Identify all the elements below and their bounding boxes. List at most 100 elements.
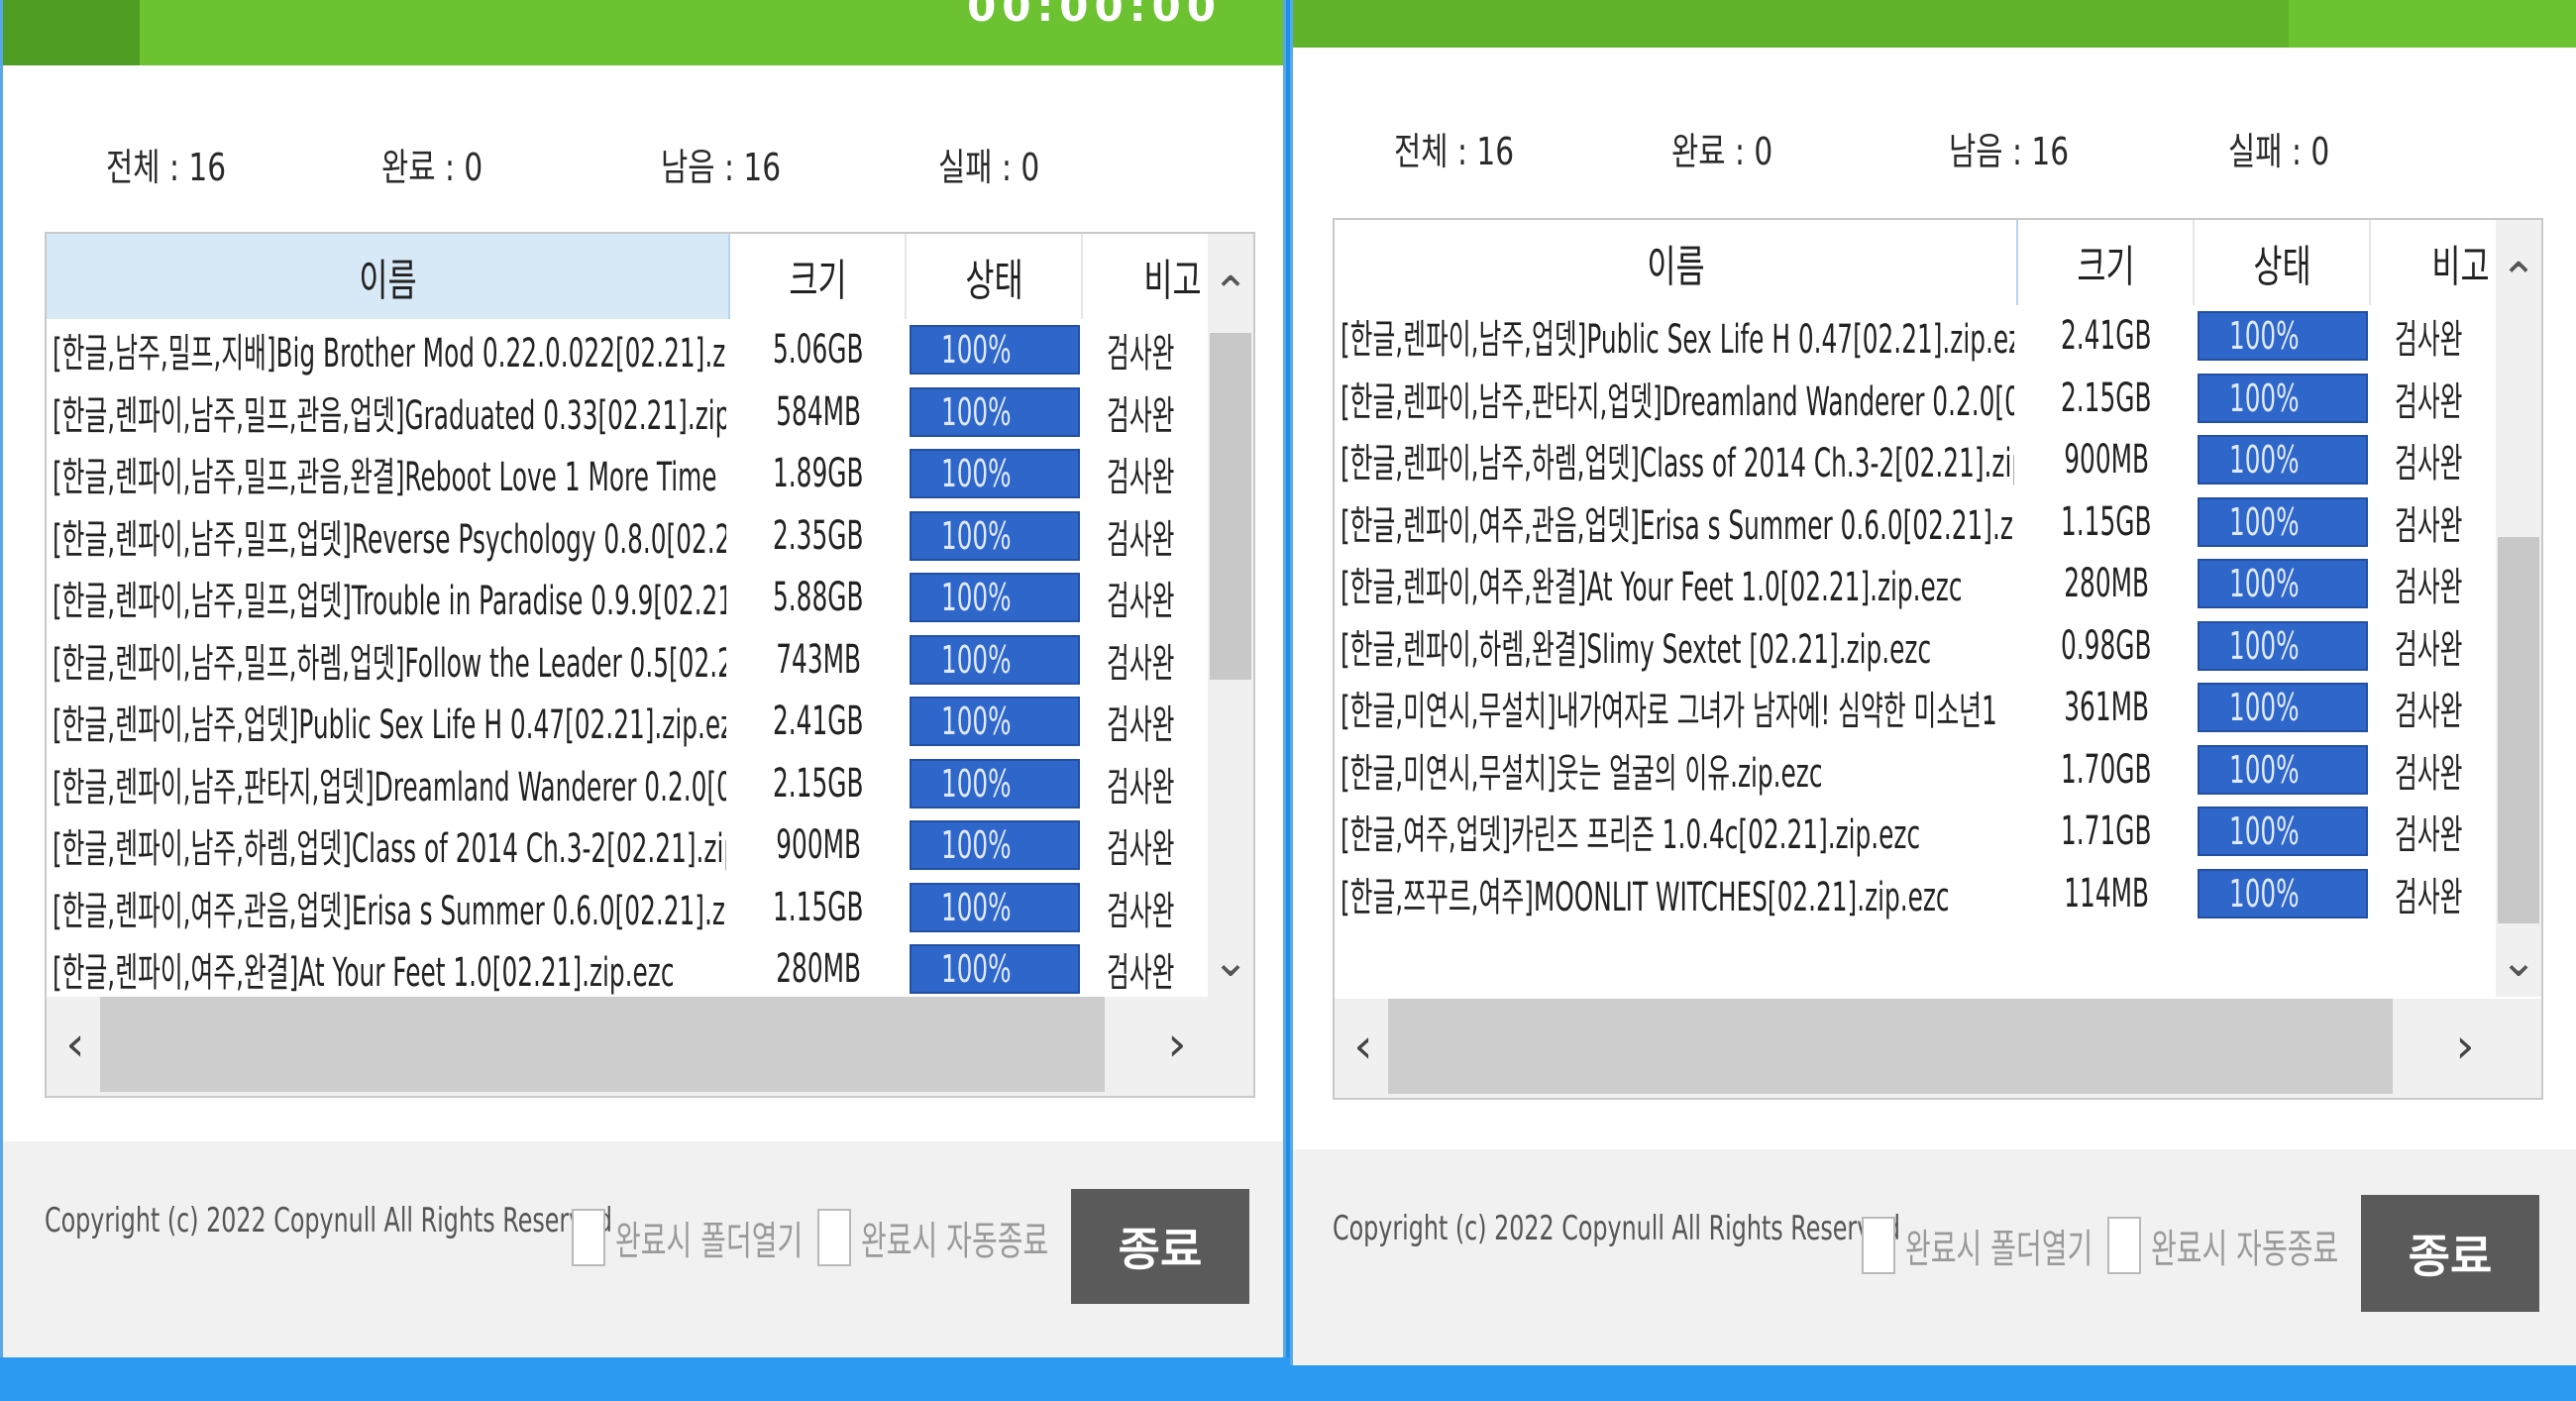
file-note: 검사완 <box>2395 565 2463 611</box>
chevron-left-icon[interactable]: ‹ <box>1339 1019 1388 1074</box>
file-note: 검사완 <box>1107 516 1175 563</box>
progress-bar: 100% <box>910 573 1080 623</box>
table-row[interactable]: [한글,렌파이,남주,하렘,업뎃]Class of 2014 Ch.3-2[02… <box>47 814 1206 877</box>
table-row[interactable]: [한글,렌파이,여주,완결]At Your Feet 1.0[02.21].zi… <box>47 938 1206 1001</box>
checkbox-box[interactable] <box>2107 1217 2141 1274</box>
column-header-size[interactable]: 크기 <box>2018 220 2195 305</box>
progress-bar: 100% <box>910 386 1080 437</box>
progress-bar: 100% <box>910 449 1080 499</box>
vertical-scrollbar[interactable]: ⌃ ⌄ <box>2496 220 2541 997</box>
file-name: [한글,남주,밀프,지배]Big Brother Mod 0.22.0.022[… <box>53 331 726 377</box>
vertical-scroll-thumb[interactable] <box>2498 537 2539 923</box>
table-row[interactable]: [한글,미연시,무설치]웃는 얼굴의 이유.zip.ezc 1.70GB 100% 검… <box>1335 739 2494 802</box>
file-name: [한글,렌파이,여주,완결]At Your Feet 1.0[02.21].zi… <box>53 950 675 997</box>
progress-bar: 100% <box>910 944 1080 995</box>
file-status: 100% <box>907 505 1083 568</box>
vertical-scroll-thumb[interactable] <box>1210 333 1251 680</box>
file-size: 1.89GB <box>773 451 864 497</box>
file-size: 114MB <box>2064 870 2149 916</box>
file-status: 100% <box>907 753 1083 815</box>
file-note: 검사완 <box>1107 826 1175 873</box>
horizontal-scrollbar[interactable]: ‹ › <box>1335 999 2541 1098</box>
stat-done: 완료 : 0 <box>1671 130 1773 173</box>
vertical-scrollbar[interactable]: ⌃ ⌄ <box>1208 234 1253 997</box>
stat-failed: 실패 : 0 <box>2228 130 2330 173</box>
file-note: 검사완 <box>1107 331 1175 377</box>
table-row[interactable]: [한글,렌파이,여주,관음,업뎃]Erisa s Summer 0.6.0[02… <box>1335 491 2494 554</box>
file-name: [한글,렌파이,여주,완결]At Your Feet 1.0[02.21].zi… <box>1341 565 1963 611</box>
chevron-right-icon[interactable]: › <box>1152 1017 1202 1072</box>
stat-remaining: 남음 : 16 <box>661 146 782 189</box>
chevron-left-icon[interactable]: ‹ <box>51 1017 100 1072</box>
file-size: 900MB <box>2064 437 2149 484</box>
file-name: [한글,렌파이,남주,판타지,업뎃]Dreamland Wanderer 0.2… <box>53 764 726 810</box>
progress-bar: 100% <box>2198 744 2368 795</box>
file-status: 100% <box>907 877 1083 939</box>
table-row[interactable]: [한글,미연시,무설치]내가여자로 그녀가 남자에! 심약한 미소년1 361MB… <box>1335 677 2494 739</box>
table-row[interactable]: [한글,렌파이,남주,밀프,하렘,업뎃]Follow the Leader 0.… <box>47 629 1206 692</box>
file-note: 검사완 <box>1107 640 1175 687</box>
file-list[interactable]: 이름 크기 상태 비고 [한글,남주,밀프,지배]Big Brother Mod… <box>45 232 1255 1098</box>
table-row[interactable]: [한글,렌파이,남주,판타지,업뎃]Dreamland Wanderer 0.2… <box>1335 368 2494 430</box>
file-size: 1.70GB <box>2061 746 2152 793</box>
table-row[interactable]: [한글,렌파이,남주,밀프,업뎃]Reverse Psychology 0.8.… <box>47 505 1206 568</box>
table-row[interactable]: [한글,여주,업뎃]카린즈 프리즌 1.0.4c[02.21].zip.ezc 1… <box>1335 801 2494 863</box>
stat-remaining: 남음 : 16 <box>1949 130 2070 173</box>
list-rows: [한글,렌파이,남주,업뎃]Public Sex Life H 0.47[02.… <box>1335 305 2494 924</box>
file-name: [한글,렌파이,남주,밀프,업뎃]Trouble in Paradise 0.9… <box>53 579 726 625</box>
horizontal-scrollbar[interactable]: ‹ › <box>47 997 1253 1096</box>
file-size: 5.88GB <box>773 575 864 621</box>
table-row[interactable]: [한글,렌파이,여주,관음,업뎃]Erisa s Summer 0.6.0[02… <box>47 877 1206 939</box>
file-list[interactable]: 이름 크기 상태 비고 [한글,렌파이,남주,업뎃]Public Sex Lif… <box>1333 218 2543 1100</box>
chevron-up-icon[interactable]: ⌃ <box>1208 268 1253 318</box>
checkbox-box[interactable] <box>572 1209 605 1266</box>
table-row[interactable]: [한글,렌파이,남주,판타지,업뎃]Dreamland Wanderer 0.2… <box>47 753 1206 815</box>
table-row[interactable]: [한글,렌파이,여주,완결]At Your Feet 1.0[02.21].zi… <box>1335 553 2494 615</box>
progress-bar: 100% <box>2198 496 2368 547</box>
file-status: 100% <box>907 381 1083 444</box>
file-name: [한글,렌파이,남주,업뎃]Public Sex Life H 0.47[02.… <box>1341 317 2014 364</box>
checkbox-box[interactable] <box>1862 1217 1895 1274</box>
auto-exit-label: 완료시 자동종료 <box>2151 1227 2339 1272</box>
column-header-status[interactable]: 상태 <box>2195 220 2371 305</box>
column-header-size[interactable]: 크기 <box>730 234 907 319</box>
overall-progress-bar <box>1293 0 2576 48</box>
file-status: 100% <box>907 691 1083 753</box>
horizontal-scroll-thumb[interactable] <box>1388 999 2393 1094</box>
chevron-right-icon[interactable]: › <box>2440 1019 2490 1074</box>
table-row[interactable]: [한글,렌파이,남주,밀프,관음,업뎃]Graduated 0.33[02.21… <box>47 381 1206 444</box>
open-folder-label: 완료시 폴더열기 <box>1905 1227 2093 1272</box>
table-row[interactable]: [한글,남주,밀프,지배]Big Brother Mod 0.22.0.022[… <box>47 319 1206 381</box>
file-name: [한글,미연시,무설치]웃는 얼굴의 이유.zip.ezc <box>1341 750 1823 797</box>
column-header-name[interactable]: 이름 <box>1335 220 2018 305</box>
file-note: 검사완 <box>1107 950 1175 997</box>
progress-bar: 100% <box>910 325 1080 376</box>
file-status: 100% <box>907 443 1083 505</box>
footer: Copyright (c) 2022 Copynull All Rights R… <box>1293 1149 2576 1365</box>
progress-bar: 100% <box>2198 620 2368 671</box>
chevron-down-icon[interactable]: ⌄ <box>2496 936 2541 987</box>
table-row[interactable]: [한글,렌파이,남주,업뎃]Public Sex Life H 0.47[02.… <box>47 691 1206 753</box>
table-row[interactable]: [한글,렌파이,남주,업뎃]Public Sex Life H 0.47[02.… <box>1335 305 2494 368</box>
close-button[interactable]: 종료 <box>2361 1195 2539 1312</box>
file-size: 743MB <box>776 636 861 683</box>
checkbox-box[interactable] <box>817 1209 851 1266</box>
chevron-down-icon[interactable]: ⌄ <box>1208 936 1253 987</box>
file-note: 검사완 <box>2395 502 2463 549</box>
chevron-up-icon[interactable]: ⌃ <box>2496 254 2541 304</box>
column-header-status[interactable]: 상태 <box>907 234 1083 319</box>
close-button[interactable]: 종료 <box>1071 1189 1249 1304</box>
file-status: 100% <box>2195 368 2371 430</box>
file-size: 361MB <box>2064 685 2149 731</box>
file-name: [한글,렌파이,남주,업뎃]Public Sex Life H 0.47[02.… <box>53 702 726 749</box>
file-note: 검사완 <box>2395 874 2463 920</box>
table-row[interactable]: [한글,렌파이,남주,하렘,업뎃]Class of 2014 Ch.3-2[02… <box>1335 429 2494 491</box>
horizontal-scroll-thumb[interactable] <box>100 997 1105 1092</box>
table-row[interactable]: [한글,렌파이,남주,밀프,업뎃]Trouble in Paradise 0.9… <box>47 567 1206 629</box>
file-name: [한글,미연시,무설치]내가여자로 그녀가 남자에! 심약한 미소년1 <box>1341 689 1997 735</box>
table-row[interactable]: [한글,렌파이,하렘,완결]Slimy Sextet [02.21].zip.e… <box>1335 615 2494 678</box>
file-status: 100% <box>907 567 1083 629</box>
table-row[interactable]: [한글,쯔꾸르,여주]MOONLIT WITCHES[02.21].zip.ez… <box>1335 863 2494 925</box>
column-header-name[interactable]: 이름 <box>47 234 730 319</box>
table-row[interactable]: [한글,렌파이,남주,밀프,관음,완결]Reboot Love 1 More T… <box>47 443 1206 505</box>
